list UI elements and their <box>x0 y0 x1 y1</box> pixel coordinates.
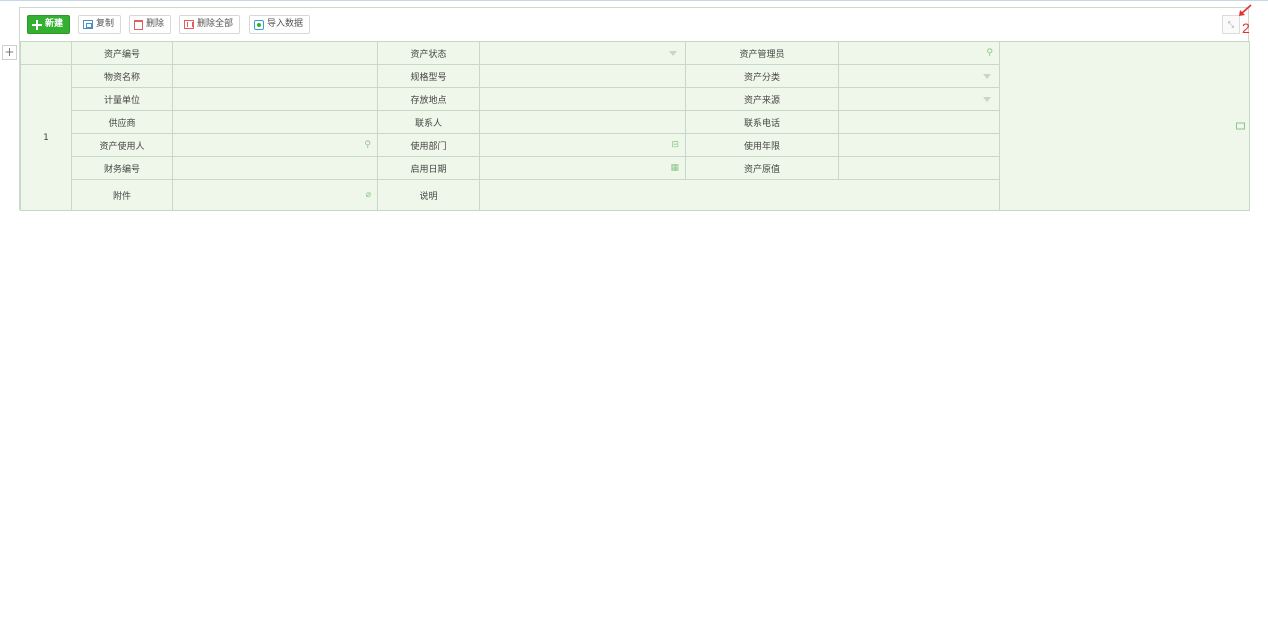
calendar-icon[interactable]: ▦ <box>670 163 679 173</box>
new-button-label: 新建 <box>45 19 64 29</box>
use-dept-field[interactable]: ⊟ <box>479 133 686 157</box>
label-asset-source: 资产来源 <box>685 87 839 111</box>
unit-field[interactable] <box>172 87 378 111</box>
contact-field[interactable] <box>479 110 686 134</box>
asset-user-field[interactable]: ⚲ <box>172 133 378 157</box>
asset-form-panel: 新建 复制 删除 删除全部 导入数据 ⤡ 资产编号 资产状态 资产管理员 ⚲ 1… <box>19 7 1250 211</box>
label-material-name: 物资名称 <box>71 64 173 88</box>
description-field[interactable] <box>479 179 1000 211</box>
row-number-header <box>20 41 72 65</box>
label-contact: 联系人 <box>377 110 480 134</box>
label-asset-manager: 资产管理员 <box>685 41 839 65</box>
supplier-field[interactable] <box>172 110 378 134</box>
copy-button[interactable]: 复制 <box>78 15 122 34</box>
dropdown-arrow-icon <box>983 74 991 79</box>
use-years-field[interactable] <box>838 133 1000 157</box>
add-row-button[interactable]: + <box>2 45 17 60</box>
label-use-years: 使用年限 <box>685 133 839 157</box>
delete-all-button[interactable]: 删除全部 <box>179 15 241 34</box>
row-number: 1 <box>20 64 72 211</box>
label-location: 存放地点 <box>377 87 480 111</box>
trash-all-icon <box>184 20 194 29</box>
asset-photo-area[interactable] <box>999 41 1250 211</box>
collapse-icon: ⤡ <box>1227 20 1235 29</box>
table-row: 资产编号 资产状态 资产管理员 ⚲ <box>20 41 1250 211</box>
label-asset-category: 资产分类 <box>685 64 839 88</box>
asset-manager-field[interactable]: ⚲ <box>838 41 1000 65</box>
user-icon[interactable]: ⚲ <box>986 48 993 58</box>
delete-all-button-label: 删除全部 <box>197 19 234 29</box>
original-value-field[interactable] <box>838 156 1000 180</box>
plus-icon <box>32 19 42 30</box>
copy-button-label: 复制 <box>96 19 115 29</box>
red-arrow-marker-icon <box>1239 4 1252 16</box>
asset-category-select[interactable] <box>838 64 1000 88</box>
label-original-value: 资产原值 <box>685 156 839 180</box>
copy-icon <box>83 20 93 29</box>
spec-model-field[interactable] <box>479 64 686 88</box>
asset-source-select[interactable] <box>838 87 1000 111</box>
contact-phone-field[interactable] <box>838 110 1000 134</box>
paperclip-icon[interactable]: ⌀ <box>366 190 371 200</box>
trash-icon <box>134 19 143 30</box>
dropdown-arrow-icon <box>669 51 677 56</box>
image-icon[interactable] <box>1236 122 1245 130</box>
asset-status-select[interactable] <box>479 41 686 65</box>
label-spec-model: 规格型号 <box>377 64 480 88</box>
label-asset-user: 资产使用人 <box>71 133 173 157</box>
label-start-date: 启用日期 <box>377 156 480 180</box>
label-supplier: 供应商 <box>71 110 173 134</box>
import-data-button[interactable]: 导入数据 <box>249 15 311 34</box>
delete-button-label: 删除 <box>146 19 165 29</box>
annotation-marker: 2 <box>1242 20 1250 36</box>
label-asset-status: 资产状态 <box>377 41 480 65</box>
label-attachment: 附件 <box>71 179 173 211</box>
label-finance-no: 财务编号 <box>71 156 173 180</box>
dropdown-arrow-icon <box>983 97 991 102</box>
label-unit: 计量单位 <box>71 87 173 111</box>
start-date-field[interactable]: ▦ <box>479 156 686 180</box>
finance-no-field[interactable] <box>172 156 378 180</box>
user-icon[interactable]: ⚲ <box>364 140 371 150</box>
import-icon <box>254 19 264 30</box>
attachment-field[interactable]: ⌀ <box>172 179 378 211</box>
asset-no-field[interactable] <box>172 41 378 65</box>
material-name-field[interactable] <box>172 64 378 88</box>
department-icon[interactable]: ⊟ <box>671 140 679 150</box>
toolbar: 新建 复制 删除 删除全部 导入数据 ⤡ <box>20 8 1248 42</box>
label-contact-phone: 联系电话 <box>685 110 839 134</box>
label-description: 说明 <box>377 179 480 211</box>
import-data-button-label: 导入数据 <box>267 19 304 29</box>
location-field[interactable] <box>479 87 686 111</box>
label-asset-no: 资产编号 <box>71 41 173 65</box>
top-divider <box>0 0 1268 1</box>
delete-button[interactable]: 删除 <box>129 15 172 34</box>
asset-form-table: 资产编号 资产状态 资产管理员 ⚲ 1 物资名称 规格型号 资产分类 计量单位 … <box>20 41 1250 211</box>
label-use-dept: 使用部门 <box>377 133 480 157</box>
new-button[interactable]: 新建 <box>27 15 71 34</box>
